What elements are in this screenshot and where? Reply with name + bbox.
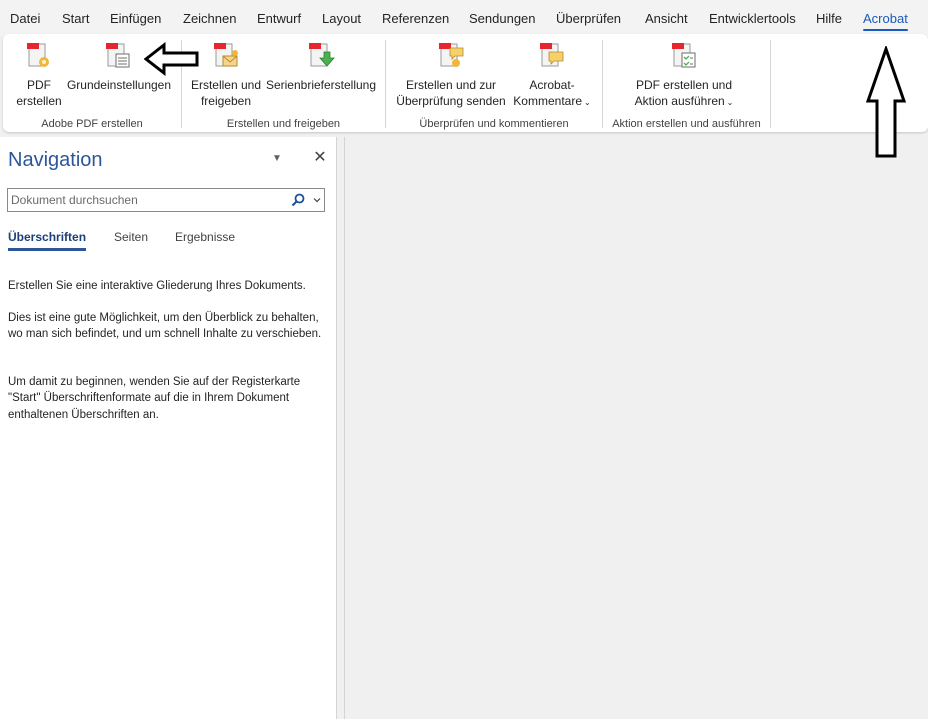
create-share-label-1: Erstellen und (190, 78, 262, 92)
comments-button[interactable]: Acrobat- Kommentare ⌄ (510, 40, 594, 110)
menu-sendungen[interactable]: Sendungen (469, 11, 536, 26)
close-icon[interactable]: ✕ (312, 149, 328, 167)
preferences-button[interactable]: Grundeinstellungen (65, 40, 173, 110)
group-separator (181, 40, 182, 128)
menu-entwurf[interactable]: Entwurf (257, 11, 301, 26)
nav-help-text: Um damit zu beginnen, wenden Sie auf der… (8, 376, 301, 421)
pane-options-icon[interactable]: ▼ (272, 154, 284, 164)
run-action-icon (672, 43, 696, 68)
pdf-create-label-2: erstellen (16, 94, 62, 108)
pdf-create-button[interactable]: PDF erstellen (11, 40, 67, 110)
menu-layout[interactable]: Layout (322, 11, 361, 26)
create-share-label-2: freigeben (200, 94, 252, 108)
send-review-button[interactable]: Erstellen und zur Überprüfung senden (393, 40, 509, 110)
chevron-down-icon: ⌄ (584, 98, 591, 107)
send-review-label-1: Erstellen und zur (405, 78, 497, 92)
create-share-icon (214, 43, 238, 67)
group-separator (770, 40, 771, 128)
document-area[interactable] (344, 137, 928, 719)
mail-merge-icon (309, 43, 335, 67)
comments-label-2: Kommentare (513, 94, 582, 108)
pdf-create-icon (27, 43, 49, 67)
search-icon[interactable] (291, 193, 305, 207)
menu-hilfe[interactable]: Hilfe (816, 11, 842, 26)
group-label-adobe-pdf: Adobe PDF erstellen (41, 118, 143, 130)
run-action-button[interactable]: PDF erstellen und Aktion ausführen ⌄ (629, 40, 739, 110)
menu-ansicht[interactable]: Ansicht (645, 11, 688, 26)
menu-zeichnen[interactable]: Zeichnen (183, 11, 236, 26)
comments-label-1: Acrobat- (529, 78, 575, 92)
menu-acrobat[interactable]: Acrobat (863, 11, 908, 31)
nav-title: Navigation (8, 149, 103, 171)
menu-datei[interactable]: Datei (10, 11, 40, 26)
tab-seiten[interactable]: Seiten (114, 230, 148, 244)
preferences-icon (106, 43, 130, 68)
nav-help-text: Erstellen Sie eine interaktive Gliederun… (8, 280, 306, 292)
tab-ergebnisse[interactable]: Ergebnisse (175, 230, 235, 244)
comments-icon (540, 43, 564, 67)
send-review-icon (439, 43, 464, 67)
group-label-review-comment: Überprüfen und kommentieren (419, 118, 569, 130)
menu-einfuegen[interactable]: Einfügen (110, 11, 161, 26)
create-share-button[interactable]: Erstellen und freigeben (189, 40, 263, 110)
search-box (7, 188, 325, 212)
menu-entwicklertools[interactable]: Entwicklertools (709, 11, 796, 26)
menu-start[interactable]: Start (62, 11, 89, 26)
mail-merge-button[interactable]: Serienbrieferstellung (265, 40, 377, 110)
tab-ueberschriften[interactable]: Überschriften (8, 230, 87, 251)
group-label-create-share: Erstellen und freigeben (226, 118, 341, 130)
group-label-action: Aktion erstellen und ausführen (612, 118, 761, 130)
send-review-label-2: Überprüfung senden (396, 94, 506, 108)
nav-help-text: Dies ist eine gute Möglichkeit, um den Ü… (8, 312, 322, 341)
chevron-down-icon: ⌄ (726, 98, 734, 107)
chevron-down-icon[interactable] (312, 195, 322, 205)
ribbon: PDF erstellen Grundeinstellungen Adobe P… (3, 34, 928, 132)
preferences-label: Grundeinstellungen (66, 78, 172, 92)
menu-bar: Datei Start Einfügen Zeichnen Entwurf La… (0, 0, 928, 36)
navigation-pane: Navigation ▼ ✕ Überschriften Seiten Erge… (0, 137, 337, 719)
mail-merge-label: Serienbrieferstellung (265, 78, 377, 92)
search-input[interactable] (11, 191, 281, 209)
group-separator (385, 40, 386, 128)
run-action-label-2: Aktion ausführen (634, 94, 725, 108)
run-action-label-1: PDF erstellen und (635, 78, 733, 92)
group-separator (602, 40, 603, 128)
menu-referenzen[interactable]: Referenzen (382, 11, 449, 26)
pdf-create-label-1: PDF (27, 78, 51, 92)
menu-ueberpruefen[interactable]: Überprüfen (556, 11, 621, 26)
